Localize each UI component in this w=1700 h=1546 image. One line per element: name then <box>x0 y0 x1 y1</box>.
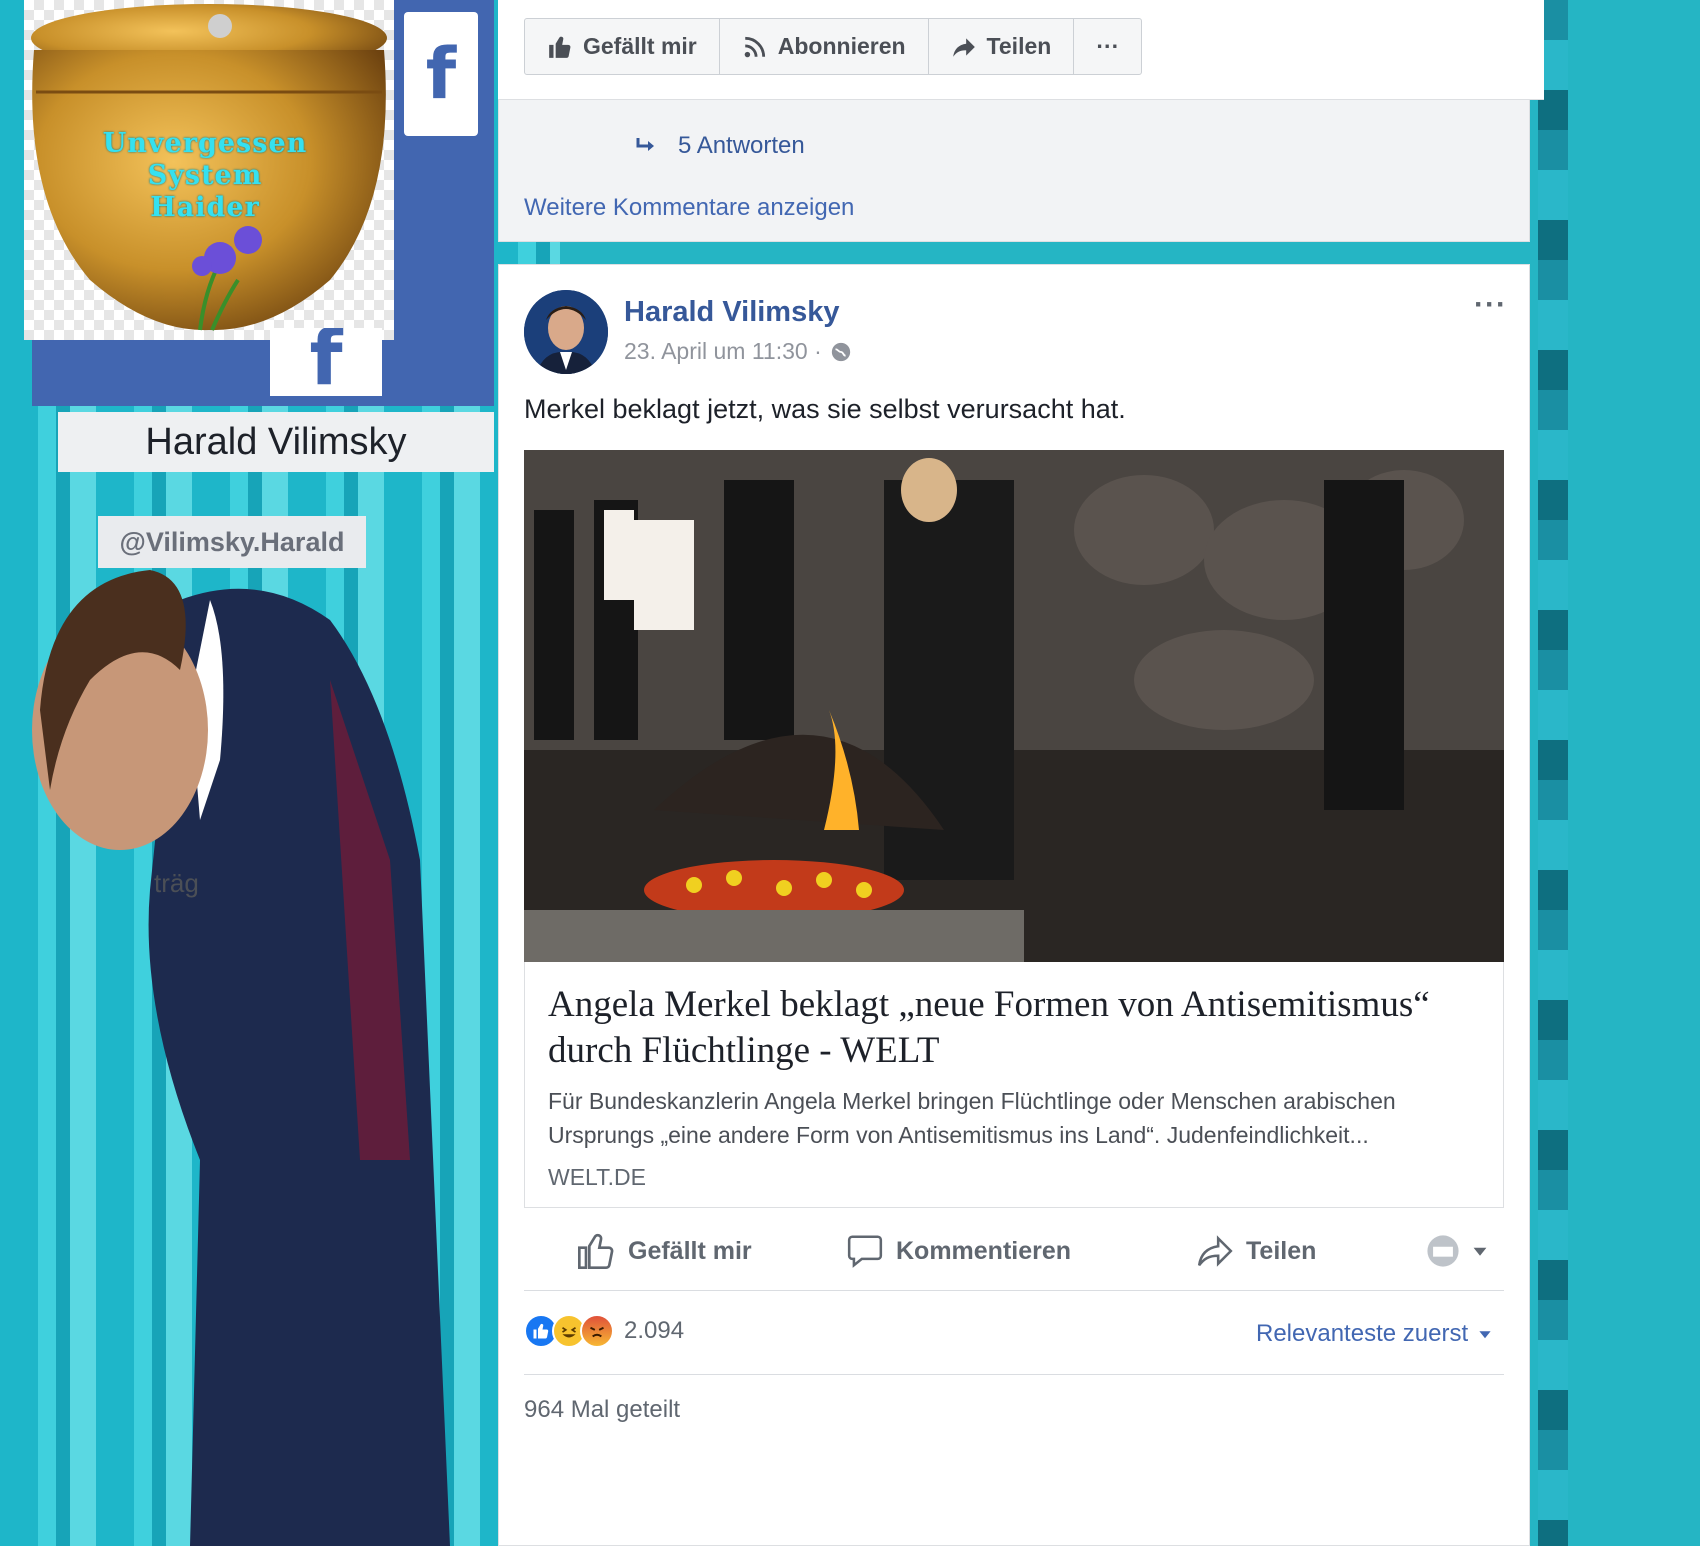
angry-reaction-icon <box>580 1314 614 1348</box>
page-like-label: Gefällt mir <box>583 33 697 59</box>
post-message: Merkel beklagt jetzt, was sie selbst ver… <box>524 394 1126 424</box>
share-outline-icon <box>1197 1235 1233 1267</box>
post-like-button[interactable]: Gefällt mir <box>576 1231 846 1271</box>
collage-right-edge <box>1538 0 1568 1546</box>
urn-caption-line: Unvergessen <box>102 128 308 159</box>
facebook-logo-icon: f <box>404 12 478 136</box>
urn-caption: Unvergessen System Haider <box>60 128 350 224</box>
post-timestamp: 23. April um 11:30 · <box>624 338 852 365</box>
link-description: Für Bundeskanzlerin Angela Merkel bringe… <box>548 1088 1396 1148</box>
subscribe-label: Abonnieren <box>777 33 906 59</box>
link-title[interactable]: Angela Merkel beklagt „neue Formen von A… <box>548 982 1488 1074</box>
more-comments-link[interactable]: Weitere Kommentare anzeigen <box>524 194 854 222</box>
view-replies-link[interactable]: 5 Antworten <box>634 132 805 160</box>
page-action-bar: Gefällt mir Abonnieren Teilen ··· <box>524 18 1143 75</box>
urn-caption-line: System <box>147 160 263 191</box>
page-share-label: Teilen <box>986 33 1052 59</box>
share-arrow-icon <box>952 37 975 57</box>
post-comment-button[interactable]: Kommentieren <box>846 1232 1196 1270</box>
post-options-button[interactable]: ··· <box>1474 288 1507 322</box>
post-as-selector[interactable] <box>1426 1234 1488 1268</box>
caret-down-icon <box>1479 1331 1491 1339</box>
share-count-link[interactable]: 964 Mal geteilt <box>524 1396 680 1424</box>
divider <box>524 1374 1504 1375</box>
replies-label: 5 Antworten <box>678 132 805 159</box>
divider <box>524 1290 1504 1291</box>
post-share-label: Teilen <box>1246 1236 1317 1265</box>
text-fragment: träg <box>154 868 199 898</box>
page-more-button[interactable]: ··· <box>1074 19 1141 74</box>
speech-bubble-icon <box>847 1235 883 1268</box>
link-preview-image[interactable] <box>524 450 1504 962</box>
comment-sort-dropdown[interactable]: Relevanteste zuerst <box>1256 1320 1492 1348</box>
post-comment-label: Kommentieren <box>896 1236 1072 1265</box>
caret-down-icon <box>1473 1247 1487 1256</box>
thumbs-up-icon <box>549 36 571 58</box>
reaction-count: 2.094 <box>624 1317 685 1344</box>
link-domain: WELT.DE <box>548 1164 646 1190</box>
comment-sort-label: Relevanteste zuerst <box>1256 1320 1469 1347</box>
rss-icon <box>744 36 765 57</box>
page-share-button[interactable]: Teilen <box>929 19 1075 74</box>
facebook-logo-icon: f <box>270 328 382 396</box>
post-share-button[interactable]: Teilen <box>1196 1232 1426 1270</box>
reply-arrow-icon <box>636 138 654 151</box>
page-avatar-icon <box>1427 1235 1459 1267</box>
thumbs-up-outline-icon <box>578 1233 614 1269</box>
author-avatar[interactable] <box>524 290 608 374</box>
post-author-name[interactable]: Harald Vilimsky <box>624 296 839 329</box>
urn-caption-line: Haider <box>150 192 260 223</box>
post-like-label: Gefällt mir <box>628 1236 752 1265</box>
more-dots-icon: ··· <box>1096 33 1120 59</box>
page-like-button[interactable]: Gefällt mir <box>525 19 720 74</box>
globe-icon <box>831 342 850 361</box>
subscribe-button[interactable]: Abonnieren <box>720 19 929 74</box>
post-timestamp-text[interactable]: 23. April um 11:30 · <box>624 338 822 365</box>
profile-name-label: Harald Vilimsky <box>58 412 494 472</box>
avatar-portrait-icon <box>524 290 608 374</box>
reactions-summary[interactable]: 2.094 <box>524 1314 684 1348</box>
post-action-bar: Gefällt mir Kommentieren Teilen <box>576 1224 1496 1278</box>
bowing-man-image <box>32 570 451 1546</box>
